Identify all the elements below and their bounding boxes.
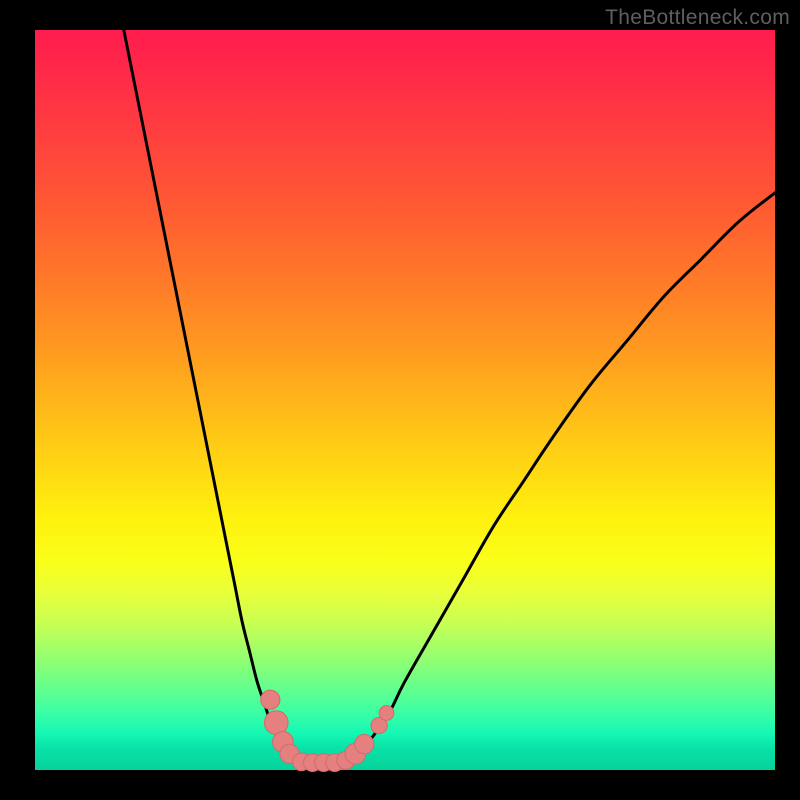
- watermark-label: TheBottleneck.com: [605, 6, 790, 30]
- curves-group: [124, 30, 775, 763]
- markers-group: [261, 690, 394, 771]
- marker-right-cluster-mid: [355, 734, 374, 753]
- plot-area: [35, 30, 775, 770]
- curve-left-curve: [124, 30, 302, 763]
- curve-right-curve: [346, 193, 775, 763]
- marker-right-cluster-top: [379, 706, 394, 721]
- marker-left-cluster-top: [261, 690, 280, 709]
- chart-svg: [35, 30, 775, 770]
- marker-left-cluster-upper: [264, 711, 288, 735]
- chart-frame: TheBottleneck.com: [0, 0, 800, 800]
